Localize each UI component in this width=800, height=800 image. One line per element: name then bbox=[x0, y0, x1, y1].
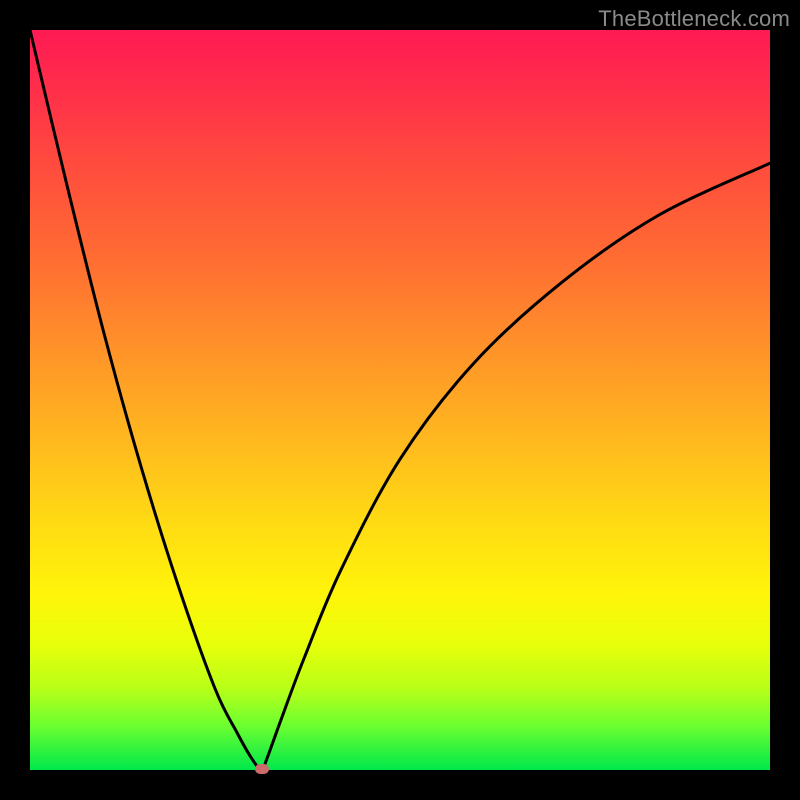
min-point-marker bbox=[255, 764, 269, 774]
plot-area bbox=[30, 30, 770, 770]
watermark-text: TheBottleneck.com bbox=[598, 6, 790, 32]
chart-frame: TheBottleneck.com bbox=[0, 0, 800, 800]
bottleneck-curve bbox=[30, 30, 770, 770]
